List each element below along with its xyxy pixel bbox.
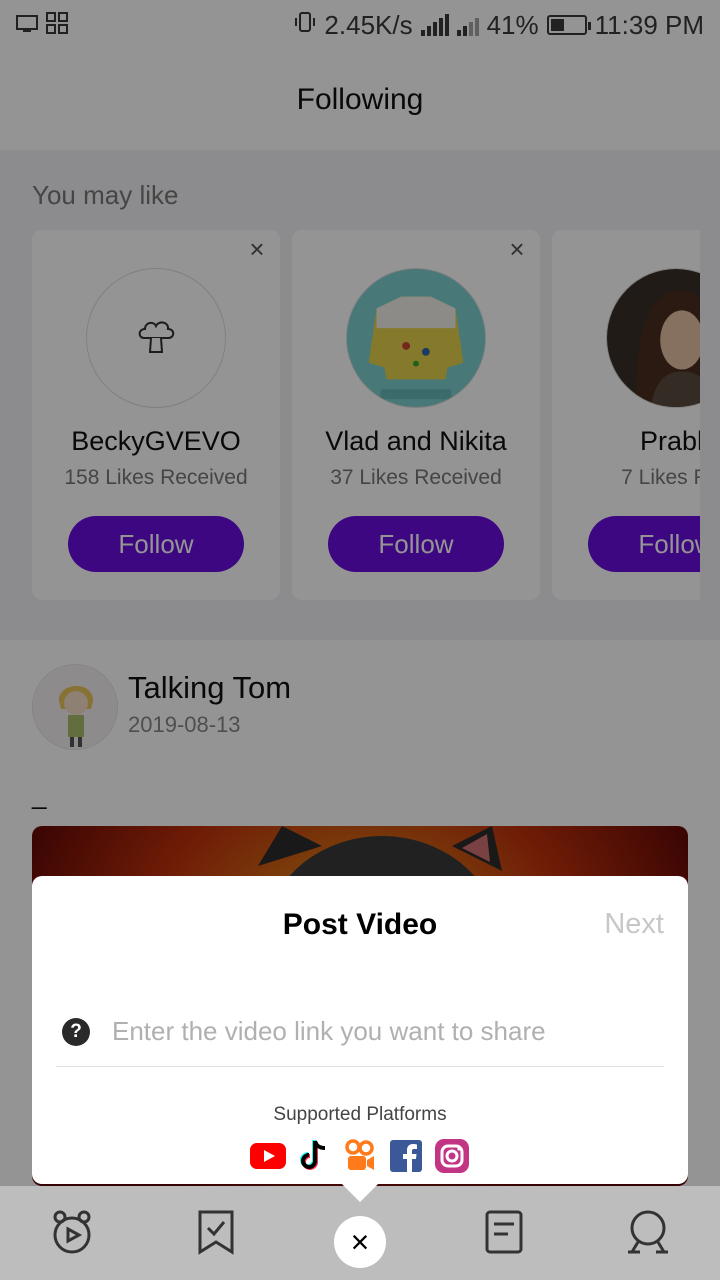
tiktok-icon xyxy=(296,1138,332,1174)
facebook-icon xyxy=(388,1138,424,1174)
notes-icon[interactable] xyxy=(480,1208,528,1256)
platforms-label: Supported Platforms xyxy=(273,1104,447,1125)
divider xyxy=(56,1066,664,1067)
post-video-dialog: Post Video Next ? Supported Platforms xyxy=(32,876,688,1184)
platform-list xyxy=(32,1138,688,1174)
next-button[interactable]: Next xyxy=(604,908,664,941)
tasks-icon[interactable] xyxy=(192,1208,240,1256)
youtube-icon xyxy=(250,1138,286,1174)
close-icon[interactable]: × xyxy=(334,1216,386,1268)
home-icon[interactable] xyxy=(48,1208,96,1256)
dialog-title: Post Video xyxy=(282,908,438,941)
kuaishou-icon xyxy=(342,1138,378,1174)
video-link-input[interactable] xyxy=(112,1006,664,1056)
dialog-pointer xyxy=(340,1182,380,1202)
help-icon[interactable]: ? xyxy=(62,1018,90,1046)
instagram-icon xyxy=(434,1138,470,1174)
profile-icon[interactable] xyxy=(624,1208,672,1256)
